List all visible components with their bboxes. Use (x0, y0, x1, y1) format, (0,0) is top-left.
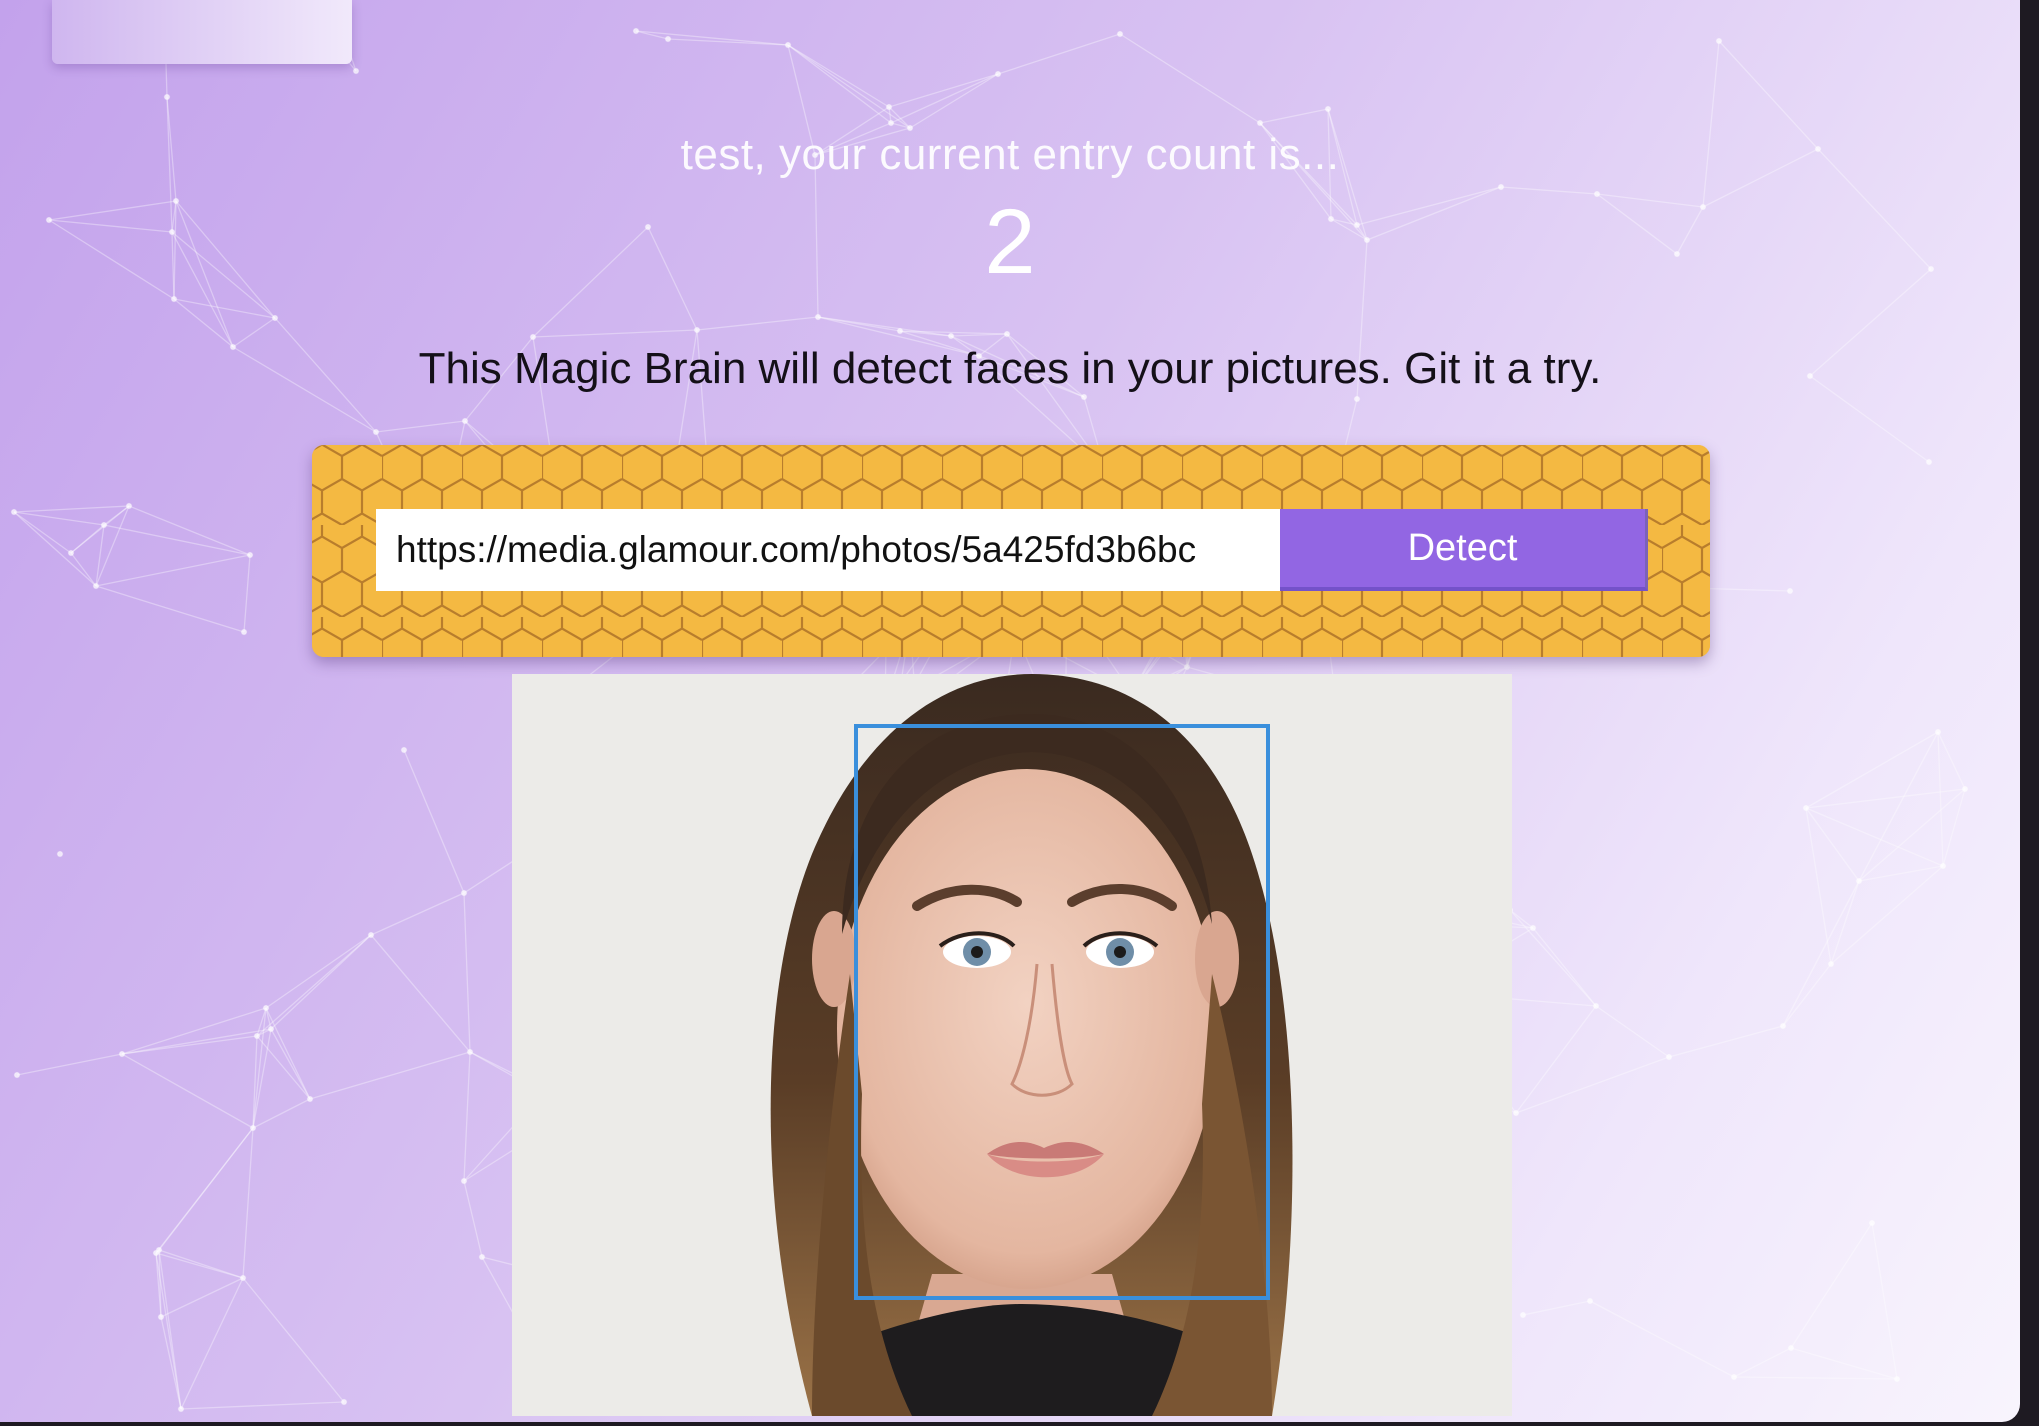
app-window: test, your current entry count is... 2 T… (0, 0, 2020, 1422)
result-image (512, 674, 1512, 1416)
intro-text: This Magic Brain will detect faces in yo… (418, 344, 1602, 393)
entry-count-value: 2 (984, 191, 1036, 293)
entry-count-message: test, your current entry count is... (680, 130, 1340, 179)
face-bounding-box (854, 724, 1270, 1300)
detect-button[interactable]: Detect (1280, 509, 1648, 591)
logo-card[interactable] (52, 0, 352, 64)
image-url-input[interactable] (376, 509, 1288, 591)
image-link-form: Detect (312, 445, 1710, 657)
